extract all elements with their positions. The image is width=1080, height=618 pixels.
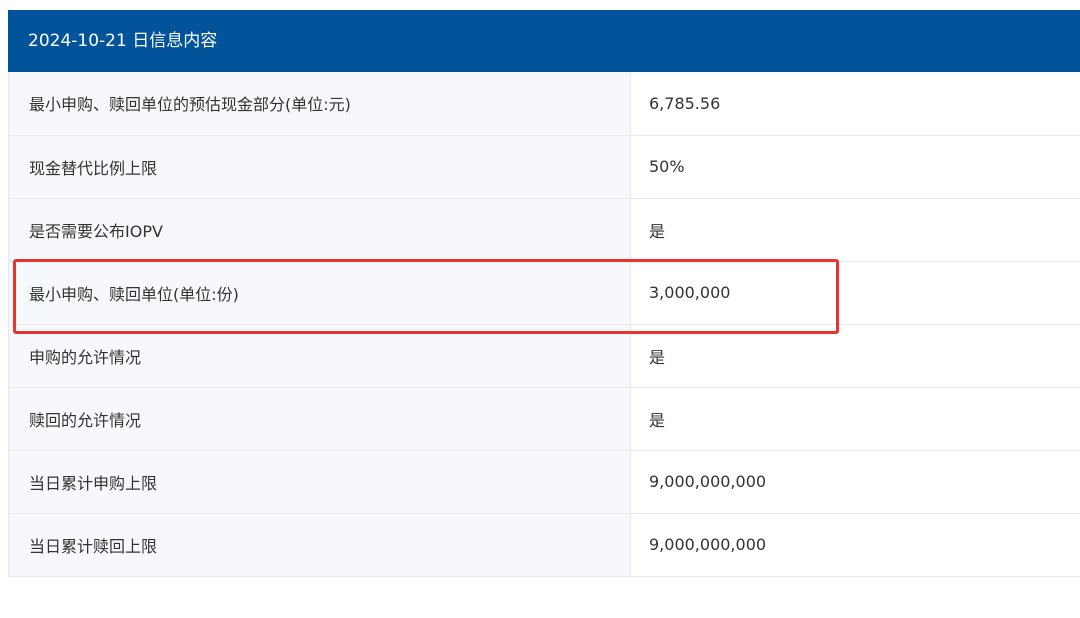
table-row: 当日累计申购上限 9,000,000,000 xyxy=(8,450,1080,514)
table-row: 最小申购、赎回单位的预估现金部分(单位:元) 6,785.56 xyxy=(8,72,1080,136)
row-label: 赎回的允许情况 xyxy=(8,387,631,451)
row-label: 是否需要公布IOPV xyxy=(8,198,631,262)
row-label: 当日累计赎回上限 xyxy=(8,513,631,577)
table-row: 当日累计赎回上限 9,000,000,000 xyxy=(8,513,1080,577)
table-row: 申购的允许情况 是 xyxy=(8,324,1080,388)
row-value: 50% xyxy=(630,135,1080,199)
panel-header: 2024-10-21 日信息内容 xyxy=(8,10,1080,72)
table-row: 赎回的允许情况 是 xyxy=(8,387,1080,451)
row-label: 当日累计申购上限 xyxy=(8,450,631,514)
row-value: 9,000,000,000 xyxy=(630,450,1080,514)
info-table: 最小申购、赎回单位的预估现金部分(单位:元) 6,785.56 现金替代比例上限… xyxy=(8,72,1080,577)
table-row: 现金替代比例上限 50% xyxy=(8,135,1080,199)
row-label: 最小申购、赎回单位(单位:份) xyxy=(8,261,631,325)
row-label: 现金替代比例上限 xyxy=(8,135,631,199)
info-panel: 2024-10-21 日信息内容 最小申购、赎回单位的预估现金部分(单位:元) … xyxy=(8,10,1080,577)
row-value: 是 xyxy=(630,387,1080,451)
row-value: 9,000,000,000 xyxy=(630,513,1080,577)
row-label: 最小申购、赎回单位的预估现金部分(单位:元) xyxy=(8,72,631,136)
row-value: 是 xyxy=(630,324,1080,388)
panel-title: 2024-10-21 日信息内容 xyxy=(28,31,218,51)
row-label: 申购的允许情况 xyxy=(8,324,631,388)
row-value: 3,000,000 xyxy=(630,261,1080,325)
row-value: 6,785.56 xyxy=(630,72,1080,136)
row-value: 是 xyxy=(630,198,1080,262)
table-row: 最小申购、赎回单位(单位:份) 3,000,000 xyxy=(8,261,1080,325)
table-row: 是否需要公布IOPV 是 xyxy=(8,198,1080,262)
